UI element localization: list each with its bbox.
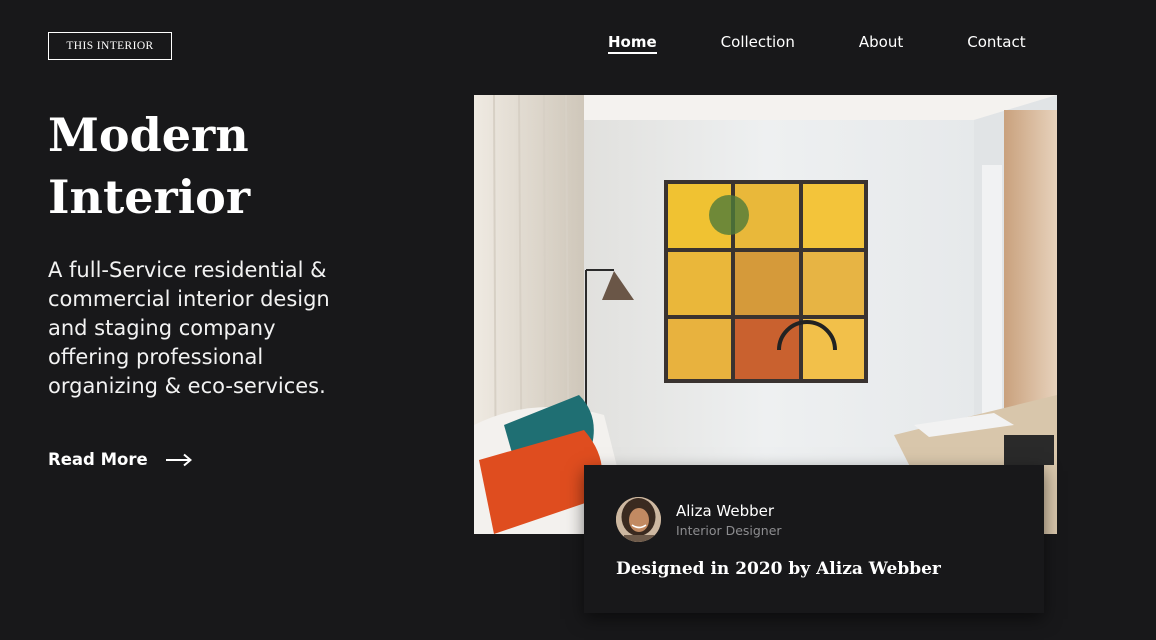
designer-avatar (616, 497, 661, 542)
main-nav: Home Collection About Contact (608, 32, 1026, 54)
arrow-right-icon (165, 453, 192, 466)
brand-logo[interactable]: THIS INTERIOR (48, 32, 172, 60)
designer-role: Interior Designer (676, 523, 782, 538)
avatar-image (616, 497, 661, 542)
nav-contact-link[interactable]: Contact (967, 32, 1025, 52)
design-caption: Designed in 2020 by Aliza Webber (616, 559, 941, 579)
read-more-button[interactable]: Read More (48, 450, 192, 469)
designer-name: Aliza Webber (676, 502, 775, 520)
read-more-label: Read More (48, 450, 148, 469)
hero-description: A full-Service residential & commercial … (48, 258, 330, 398)
nav-collection-link[interactable]: Collection (721, 32, 795, 52)
designer-card: Aliza Webber Interior Designer Designed … (584, 465, 1044, 613)
nav-about-link[interactable]: About (859, 32, 903, 52)
nav-home-link[interactable]: Home (608, 32, 657, 54)
hero-title: Modern Interior (48, 108, 251, 224)
